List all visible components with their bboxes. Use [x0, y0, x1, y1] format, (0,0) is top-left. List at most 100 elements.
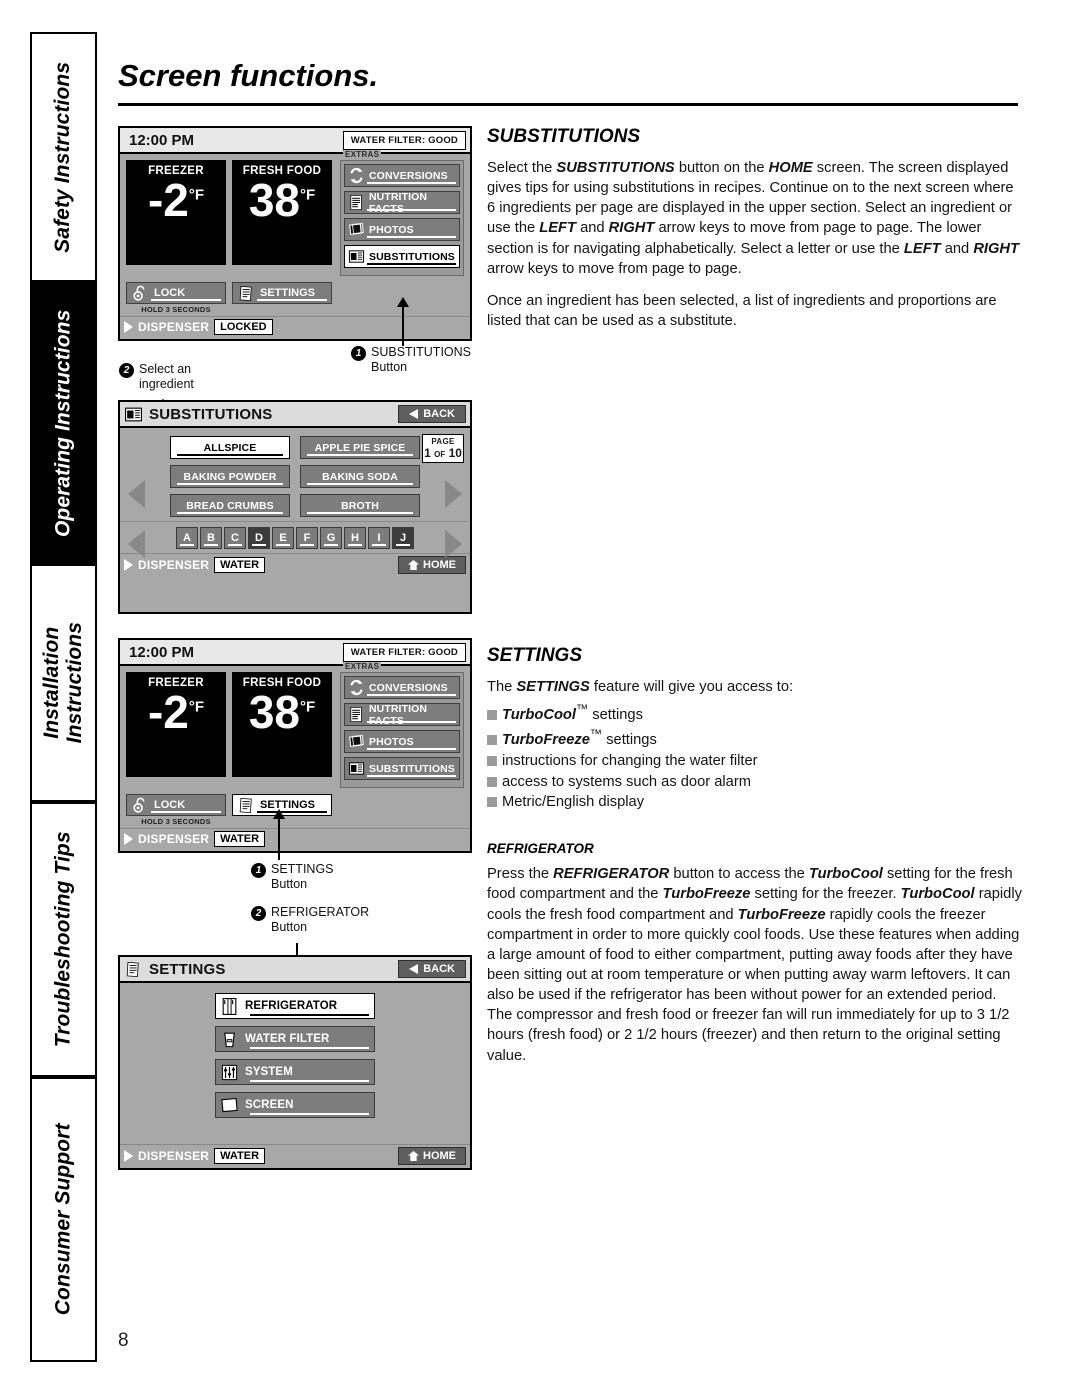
ingredient-button[interactable]: Broth: [300, 494, 420, 517]
text-run: feature will give you access to:: [589, 679, 794, 695]
letter-label: G: [326, 532, 336, 544]
water-filter-status[interactable]: Water Filter: Good: [342, 642, 466, 662]
substitutions-screen: Substitutions Back Allspice Apple Pie Sp…: [118, 400, 472, 614]
letter-button[interactable]: H: [344, 527, 366, 549]
status-bar: 12:00 PM Water Filter: Good: [120, 128, 470, 154]
settings-bullet-item: instructions for changing the water filt…: [487, 751, 1022, 772]
letter-button[interactable]: B: [200, 527, 222, 549]
prev-letter-page-arrow[interactable]: [128, 530, 145, 558]
dispenser-status[interactable]: Water: [214, 831, 266, 847]
extras-label: Conversions: [369, 169, 448, 182]
bullet-bold: TurboCool: [502, 707, 576, 724]
lock-hold-note: Hold 3 seconds: [141, 305, 211, 314]
substitutions-text-section: SUBSTITUTIONS Select the SUBSTITUTIONS b…: [487, 126, 1022, 343]
substitutions-icon: [348, 762, 365, 775]
letter-button[interactable]: J: [392, 527, 414, 549]
dispenser-status[interactable]: Water: [214, 557, 266, 573]
letter-label: B: [207, 532, 215, 544]
substitutions-header: Substitutions Back: [120, 402, 470, 428]
letter-label: C: [231, 532, 239, 544]
title-rule: [118, 103, 1018, 106]
extras-button-nutrition-facts[interactable]: Nutrition Facts: [344, 191, 460, 215]
extras-button-nutrition-facts[interactable]: Nutrition Facts: [344, 703, 460, 727]
extras-button-photos[interactable]: Photos: [344, 218, 460, 241]
back-button[interactable]: Back: [398, 960, 466, 978]
extras-caption: Extras: [343, 150, 382, 159]
extras-label: Photos: [369, 223, 414, 236]
extras-button-substitutions[interactable]: Substitutions: [344, 245, 460, 268]
back-button[interactable]: Back: [398, 405, 466, 423]
text-run: Press the: [487, 866, 554, 883]
home-button[interactable]: Home: [398, 556, 466, 574]
text-run: rapidly cools the freezer compartment in…: [487, 906, 1020, 1064]
text-run-bold: TurboFreeze: [737, 906, 826, 923]
text-run: setting for the freezer.: [750, 886, 901, 903]
freezer-temp-display[interactable]: Freezer -2°F: [126, 672, 226, 777]
ingredient-button[interactable]: Baking Powder: [170, 465, 290, 488]
letter-button[interactable]: C: [224, 527, 246, 549]
settings-button[interactable]: Settings: [232, 282, 332, 304]
extras-panel: Extras Conversions Nutrition Facts Photo…: [340, 662, 464, 788]
prev-page-arrow[interactable]: [128, 480, 145, 508]
settings-bullet-item: TurboCool™ settings: [487, 701, 1022, 726]
home-icon: [408, 1151, 419, 1161]
sidebar-tab-safety-instructions[interactable]: Safety Instructions: [30, 32, 97, 282]
sidebar-tab-installation-instructions[interactable]: Installation Instructions: [30, 564, 97, 802]
settings-item-refrigerator[interactable]: Refrigerator: [215, 993, 375, 1019]
dispenser-bar[interactable]: Dispenser Water: [120, 828, 470, 850]
letter-button[interactable]: G: [320, 527, 342, 549]
sidebar-tab-operating-instructions[interactable]: Operating Instructions: [30, 282, 97, 564]
dispenser-bar[interactable]: Dispenser Water Home: [120, 1144, 470, 1168]
freezer-temp-display[interactable]: Freezer -2°F: [126, 160, 226, 265]
ingredient-button[interactable]: Baking Soda: [300, 465, 420, 488]
refrigerator-icon: [222, 997, 237, 1015]
dispenser-status[interactable]: Locked: [214, 319, 273, 335]
letter-button[interactable]: F: [296, 527, 318, 549]
ingredient-button[interactable]: Apple Pie Spice: [300, 436, 420, 459]
next-page-arrow[interactable]: [445, 480, 462, 508]
letter-button[interactable]: E: [272, 527, 294, 549]
letter-button[interactable]: D: [248, 527, 270, 549]
extras-label: Photos: [369, 735, 414, 748]
dispenser-bar[interactable]: Dispenser Locked: [120, 316, 470, 338]
dispenser-bar[interactable]: Dispenser Water Home: [120, 553, 470, 577]
callout-line-2: Button: [271, 876, 308, 891]
page-current: 1: [424, 446, 431, 460]
settings-document-icon: [126, 961, 139, 977]
water-filter-status[interactable]: Water Filter: Good: [342, 130, 466, 150]
extras-button-conversions[interactable]: Conversions: [344, 164, 460, 187]
home-button[interactable]: Home: [398, 1147, 466, 1165]
substitutions-paragraph-1: Select the SUBSTITUTIONS button on the H…: [487, 158, 1022, 279]
letter-button[interactable]: I: [368, 527, 390, 549]
extras-button-substitutions[interactable]: Substitutions: [344, 757, 460, 780]
fresh-food-temp-display[interactable]: Fresh Food 38°F: [232, 672, 332, 777]
callout-line-2: ingredient: [139, 376, 194, 391]
substitutions-heading: SUBSTITUTIONS: [487, 126, 641, 147]
letter-label: A: [183, 532, 191, 544]
sidebar-tab-consumer-support[interactable]: Consumer Support: [30, 1077, 97, 1362]
dispenser-status[interactable]: Water: [214, 1148, 266, 1164]
substitutions-paragraph-2: Once an ingredient has been selected, a …: [487, 292, 997, 329]
callout-number: 2: [119, 363, 134, 378]
fresh-food-temp-display[interactable]: Fresh Food 38°F: [232, 160, 332, 265]
settings-item-water-filter[interactable]: Water Filter: [215, 1026, 375, 1052]
extras-button-photos[interactable]: Photos: [344, 730, 460, 753]
sidebar-tab-troubleshooting-tips[interactable]: Troubleshooting Tips: [30, 802, 97, 1077]
extras-button-conversions[interactable]: Conversions: [344, 676, 460, 699]
next-letter-page-arrow[interactable]: [445, 530, 462, 558]
lock-button[interactable]: Lock: [126, 794, 226, 816]
text-run-bold: LEFT: [903, 240, 941, 257]
ingredient-button[interactable]: Bread Crumbs: [170, 494, 290, 517]
ingredient-button[interactable]: Allspice: [170, 436, 290, 459]
settings-item-label: System: [245, 1066, 293, 1078]
callout-settings-button: 1 SETTINGS Button: [251, 862, 334, 891]
letter-button[interactable]: A: [176, 527, 198, 549]
settings-item-system[interactable]: System: [215, 1059, 375, 1085]
sidebar-tabs: Safety Instructions Operating Instructio…: [30, 32, 97, 1362]
extras-label: Conversions: [369, 681, 448, 694]
lock-label: Lock: [154, 799, 186, 811]
dispenser-label: Dispenser: [138, 558, 210, 572]
settings-item-screen[interactable]: Screen: [215, 1092, 375, 1118]
settings-list: Refrigerator Water Filter System Screen: [120, 983, 470, 1128]
lock-button[interactable]: Lock: [126, 282, 226, 304]
